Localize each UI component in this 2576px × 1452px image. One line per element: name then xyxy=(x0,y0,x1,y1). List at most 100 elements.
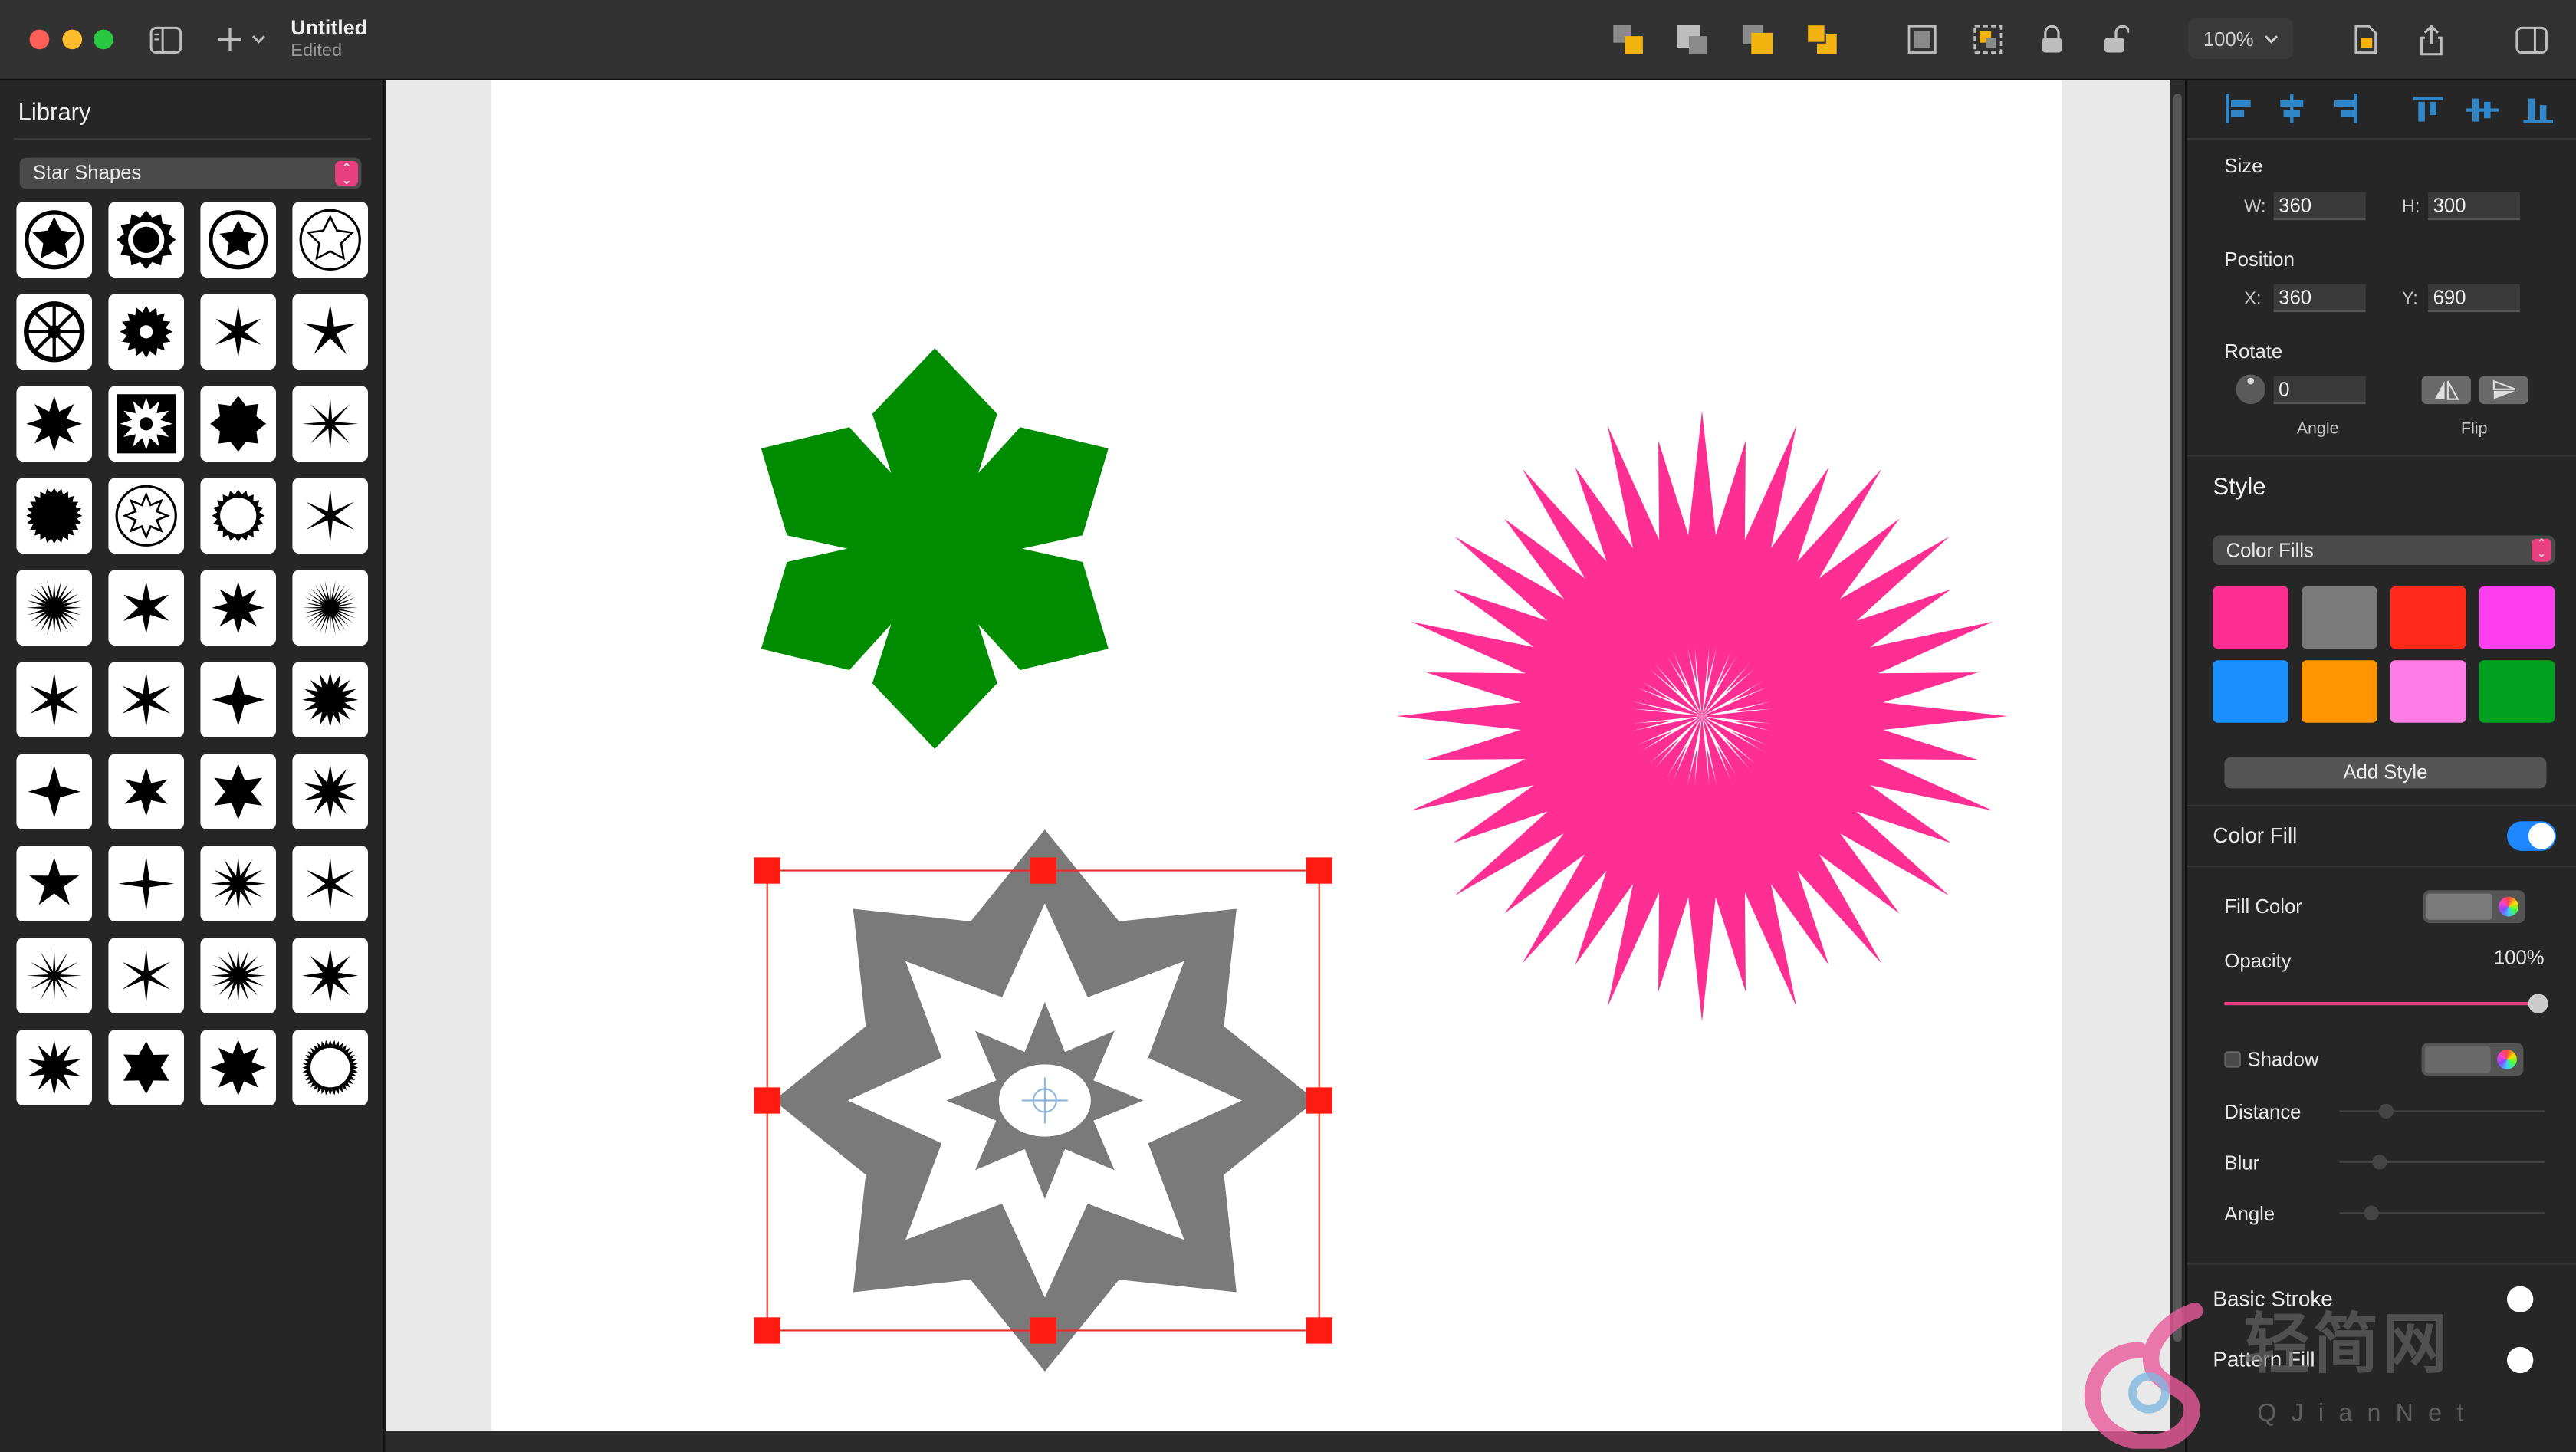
opacity-slider-knob[interactable] xyxy=(2528,994,2548,1013)
shadow-distance-slider[interactable] xyxy=(2339,1110,2545,1112)
style-swatch[interactable] xyxy=(2213,586,2288,649)
unlock-icon[interactable] xyxy=(2101,20,2131,59)
style-swatch[interactable] xyxy=(2390,660,2466,723)
close-window-button[interactable] xyxy=(29,29,50,50)
pattern-fill-toggle[interactable] xyxy=(2507,1345,2556,1375)
alignment-icons[interactable] xyxy=(2220,90,2564,126)
width-field[interactable]: 360 xyxy=(2273,192,2366,221)
library-star-shape[interactable] xyxy=(292,938,368,1013)
library-star-shape[interactable] xyxy=(292,478,368,554)
flip-vertical-button[interactable] xyxy=(2479,376,2528,405)
height-label: H: xyxy=(2401,197,2420,217)
library-star-shape[interactable] xyxy=(108,202,184,278)
library-star-shape[interactable] xyxy=(108,478,184,554)
add-icon[interactable] xyxy=(214,20,247,59)
library-star-shape[interactable] xyxy=(200,938,276,1013)
sidebar-toggle-icon[interactable] xyxy=(148,20,184,59)
library-star-shape[interactable] xyxy=(200,202,276,278)
style-swatch[interactable] xyxy=(2479,586,2555,649)
library-star-shape[interactable] xyxy=(16,1030,92,1105)
y-field[interactable]: 690 xyxy=(2428,284,2521,313)
style-swatch[interactable] xyxy=(2302,660,2377,723)
bring-forward-icon[interactable] xyxy=(1610,20,1646,59)
height-field[interactable]: 300 xyxy=(2428,192,2521,221)
rotation-knob[interactable] xyxy=(2236,374,2266,405)
library-star-shape[interactable] xyxy=(108,1030,184,1105)
library-star-shape[interactable] xyxy=(292,1030,368,1105)
library-star-shape[interactable] xyxy=(292,386,368,462)
library-star-shape[interactable] xyxy=(108,386,184,462)
library-star-shape[interactable] xyxy=(108,754,184,829)
library-star-shape[interactable] xyxy=(292,202,368,278)
library-star-shape[interactable] xyxy=(108,846,184,921)
flip-horizontal-button[interactable] xyxy=(2421,376,2471,405)
library-star-shape[interactable] xyxy=(108,938,184,1013)
library-star-shape[interactable] xyxy=(16,938,92,1013)
lock-icon[interactable] xyxy=(2037,20,2067,59)
angle-field[interactable]: 0 xyxy=(2273,376,2366,405)
canvas-area[interactable] xyxy=(386,80,2170,1431)
library-star-shape[interactable] xyxy=(16,846,92,921)
library-star-shape[interactable] xyxy=(16,386,92,462)
share-icon[interactable] xyxy=(2415,20,2448,59)
library-star-shape[interactable] xyxy=(292,294,368,370)
scroll-thumb[interactable] xyxy=(2174,94,2182,1342)
library-star-shape[interactable] xyxy=(200,846,276,921)
library-star-shape[interactable] xyxy=(200,386,276,462)
x-field[interactable]: 360 xyxy=(2273,284,2366,313)
library-star-shape[interactable] xyxy=(292,846,368,921)
document-title[interactable]: Untitled xyxy=(291,16,367,39)
zoom-window-button[interactable] xyxy=(94,29,113,50)
ungroup-icon[interactable] xyxy=(1970,20,2006,59)
shadow-color-well[interactable] xyxy=(2421,1043,2524,1076)
slider-knob[interactable] xyxy=(2364,1205,2379,1220)
star-shape-icon xyxy=(304,304,357,355)
library-star-shape[interactable] xyxy=(292,662,368,737)
chevron-down-icon[interactable] xyxy=(250,20,266,59)
opacity-slider[interactable] xyxy=(2224,1001,2537,1006)
send-backward-icon[interactable] xyxy=(1674,20,1710,59)
slider-knob[interactable] xyxy=(2372,1155,2387,1170)
library-star-shape[interactable] xyxy=(16,754,92,829)
library-star-shape[interactable] xyxy=(108,294,184,370)
slider-knob[interactable] xyxy=(2378,1103,2394,1119)
add-style-button[interactable]: Add Style xyxy=(2224,757,2547,789)
canvas-page[interactable] xyxy=(491,80,2062,1431)
bring-to-front-icon[interactable] xyxy=(1740,20,1776,59)
inspector-toggle-icon[interactable] xyxy=(2514,20,2550,59)
library-star-shape[interactable] xyxy=(292,754,368,829)
library-star-shape[interactable] xyxy=(200,478,276,554)
library-star-shape[interactable] xyxy=(292,570,368,646)
export-icon[interactable] xyxy=(2349,20,2382,59)
vertical-scrollbar[interactable] xyxy=(2170,80,2185,1431)
library-star-shape[interactable] xyxy=(200,294,276,370)
shadow-checkbox[interactable] xyxy=(2224,1051,2241,1068)
minimize-window-button[interactable] xyxy=(62,29,83,50)
style-swatch[interactable] xyxy=(2302,586,2377,649)
library-star-shape[interactable] xyxy=(16,294,92,370)
library-star-shape[interactable] xyxy=(16,202,92,278)
library-star-shape[interactable] xyxy=(16,478,92,554)
library-category-select[interactable]: Star Shapes ⌃ ⌄ xyxy=(19,157,362,189)
zoom-dropdown[interactable]: 100% xyxy=(2188,18,2294,60)
library-star-shape[interactable] xyxy=(200,662,276,737)
group-icon[interactable] xyxy=(1904,20,1940,59)
library-star-shape[interactable] xyxy=(16,662,92,737)
color-fill-toggle[interactable] xyxy=(2507,821,2557,851)
style-preset-select[interactable]: Color Fills ⌃ ⌄ xyxy=(2213,535,2555,566)
library-star-shape[interactable] xyxy=(200,570,276,646)
library-star-shape[interactable] xyxy=(16,570,92,646)
basic-stroke-toggle[interactable] xyxy=(2507,1284,2556,1314)
horizontal-scrollbar[interactable] xyxy=(386,1431,2186,1452)
library-star-shape[interactable] xyxy=(200,754,276,829)
send-to-back-icon[interactable] xyxy=(1804,20,1840,59)
style-swatch[interactable] xyxy=(2479,660,2555,723)
library-star-shape[interactable] xyxy=(108,570,184,646)
library-star-shape[interactable] xyxy=(108,662,184,737)
fill-color-well[interactable] xyxy=(2423,890,2525,924)
shadow-blur-slider[interactable] xyxy=(2339,1161,2545,1163)
style-swatch[interactable] xyxy=(2390,586,2466,649)
star-shape-icon xyxy=(123,581,169,635)
library-star-shape[interactable] xyxy=(200,1030,276,1105)
style-swatch[interactable] xyxy=(2213,660,2288,723)
